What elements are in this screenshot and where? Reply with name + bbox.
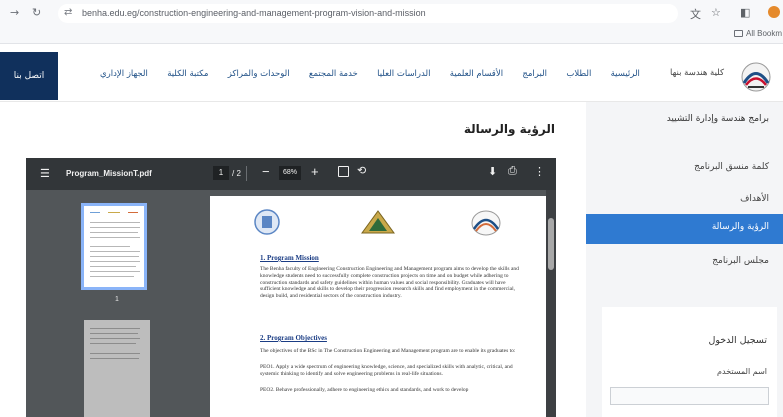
site-header: اتصل بنا الرئيسية الطلاب البرامج الأقسام… bbox=[0, 52, 783, 102]
nav-programs[interactable]: البرامج bbox=[522, 69, 547, 79]
logo-text: كلية هندسة بنها bbox=[670, 68, 725, 78]
page-thumbnail-1[interactable] bbox=[81, 203, 147, 290]
nav-postgraduate[interactable]: الدراسات العليا bbox=[377, 69, 430, 79]
pyramid-logo bbox=[361, 210, 395, 234]
objectives-heading: 2. Program Objectives bbox=[260, 334, 327, 342]
reload-icon[interactable]: ↻ bbox=[32, 6, 41, 19]
nav-units-centers[interactable]: الوحدات والمراكز bbox=[228, 69, 290, 79]
login-panel: تسجيل الدخول اسم المستخدم bbox=[602, 307, 777, 417]
address-bar[interactable]: ⇄ benha.edu.eg/construction-engineering-… bbox=[58, 4, 678, 23]
main-nav: الرئيسية الطلاب البرامج الأقسام العلمية … bbox=[100, 69, 640, 79]
faculty-emblem bbox=[471, 210, 501, 236]
rotate-icon[interactable]: ⟲ bbox=[357, 164, 366, 177]
zoom-in-icon[interactable]: + bbox=[311, 164, 319, 179]
contact-us-button[interactable]: اتصل بنا bbox=[0, 52, 58, 100]
pdf-page: 1. Program Mission The Benha faculty of … bbox=[210, 196, 546, 417]
peo2-text: PEO2. Behave professionally, adhere to e… bbox=[260, 387, 469, 393]
nav-departments[interactable]: الأقسام العلمية bbox=[450, 69, 503, 79]
sidebar-item-objectives[interactable]: الأهداف bbox=[740, 194, 769, 204]
page-number-input[interactable]: 1 bbox=[213, 166, 229, 180]
page-total: / 2 bbox=[232, 169, 241, 178]
sidebar-item-program-council[interactable]: مجلس البرنامج bbox=[712, 256, 769, 266]
username-label: اسم المستخدم bbox=[717, 367, 767, 376]
sidebar: برامج هندسة وإدارة التشييد كلمة منسق الب… bbox=[586, 102, 783, 417]
pdf-filename: Program_MissionT.pdf bbox=[66, 169, 152, 178]
mission-text: The Benha faculty of Engineering Constru… bbox=[260, 266, 519, 300]
zoom-input[interactable]: 68% bbox=[279, 166, 301, 180]
sidebar-item-coordinator[interactable]: كلمة منسق البرنامج bbox=[694, 162, 769, 172]
nav-community-service[interactable]: خدمة المجتمع bbox=[309, 69, 358, 79]
zoom-out-icon[interactable]: − bbox=[262, 164, 270, 179]
thumbnail-page-number: 1 bbox=[115, 296, 119, 303]
login-title: تسجيل الدخول bbox=[708, 335, 767, 346]
forward-icon[interactable]: → bbox=[10, 6, 19, 19]
sidebar-item-vision-mission[interactable]: الرؤية والرسالة bbox=[586, 214, 783, 244]
extension-icon[interactable] bbox=[768, 6, 780, 18]
sidepanel-icon[interactable]: ◧ bbox=[740, 6, 750, 19]
site-info-icon[interactable]: ⇄ bbox=[64, 7, 72, 18]
toolbar-divider bbox=[246, 166, 247, 181]
bookmarks-label: All Bookm bbox=[746, 29, 783, 38]
url-text: benha.edu.eg/construction-engineering-an… bbox=[82, 8, 426, 18]
objectives-intro: The objectives of the BSc in The Constru… bbox=[260, 348, 516, 354]
nav-students[interactable]: الطلاب bbox=[566, 69, 591, 79]
page-title: الرؤية والرسالة bbox=[463, 122, 555, 136]
download-icon[interactable]: ⬇ bbox=[488, 165, 497, 178]
fit-page-icon[interactable] bbox=[338, 166, 349, 177]
pdf-scroll-thumb[interactable] bbox=[548, 218, 554, 270]
menu-icon[interactable]: ☰ bbox=[40, 167, 50, 180]
mission-heading: 1. Program Mission bbox=[260, 254, 319, 262]
print-icon[interactable]: ⎙ bbox=[508, 165, 517, 178]
nav-library[interactable]: مكتبة الكلية bbox=[167, 69, 208, 79]
page-thumbnail-2[interactable] bbox=[84, 320, 150, 417]
browser-toolbar: → ↻ ⇄ benha.edu.eg/construction-engineer… bbox=[0, 0, 783, 44]
pdf-toolbar: ☰ Program_MissionT.pdf 1 / 2 − 68% + ⟲ ⬇… bbox=[26, 158, 556, 190]
translate-icon[interactable]: 文 bbox=[690, 6, 701, 22]
nav-home[interactable]: الرئيسية bbox=[611, 69, 640, 79]
all-bookmarks-button[interactable]: All Bookm bbox=[734, 29, 782, 38]
star-icon[interactable]: ☆ bbox=[711, 6, 721, 19]
folder-icon bbox=[734, 30, 743, 37]
university-logo bbox=[254, 209, 280, 235]
more-options-icon[interactable]: ⋮ bbox=[534, 165, 545, 178]
peo1-text: PEO1. Apply a wide spectrum of engineeri… bbox=[260, 364, 513, 377]
sidebar-group-title[interactable]: برامج هندسة وإدارة التشييد bbox=[667, 114, 769, 124]
nav-administration[interactable]: الجهاز الإداري bbox=[100, 69, 148, 79]
sidebar-item-label: الرؤية والرسالة bbox=[711, 222, 769, 232]
pdf-viewer[interactable]: ☰ Program_MissionT.pdf 1 / 2 − 68% + ⟲ ⬇… bbox=[26, 158, 556, 417]
username-input[interactable] bbox=[610, 387, 769, 405]
